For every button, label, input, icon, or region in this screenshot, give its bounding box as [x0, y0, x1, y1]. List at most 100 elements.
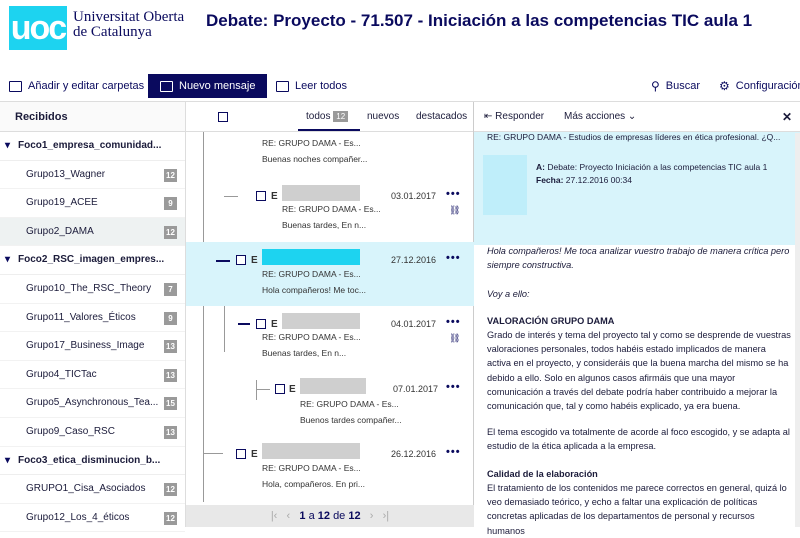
sidebar-item[interactable]: Grupo10_The_RSC_Theory 7 — [0, 275, 185, 304]
attachment-icon: ⛓ — [449, 205, 461, 215]
count-badge: 7 — [164, 282, 177, 296]
count-badge: 12 — [164, 168, 177, 182]
sidebar-item[interactable]: Grupo17_Business_Image 13 — [0, 332, 185, 361]
inbox-header[interactable]: Recibidos — [0, 102, 185, 132]
sidebar-item[interactable]: Grupo13_Wagner 12 — [0, 161, 185, 190]
thread-line — [256, 380, 257, 400]
body-paragraph: Grado de interés y tema del proyecto tal… — [487, 330, 791, 412]
close-icon[interactable]: ✕ — [782, 102, 792, 132]
list-header: todos 12 nuevos destacados — [186, 102, 473, 132]
thread-branch — [224, 196, 238, 197]
thread-branch — [216, 260, 230, 262]
more-actions-button[interactable]: Más acciones ⌄ — [564, 102, 636, 132]
sidebar-item[interactable]: Grupo12_Los_4_éticos 12 — [0, 504, 185, 533]
body-paragraph: Hola compañeros! Me toca analizar vuestr… — [487, 246, 790, 271]
filter-featured[interactable]: destacados — [416, 102, 467, 131]
message-checkbox[interactable] — [256, 319, 266, 329]
sidebar-item[interactable]: GRUPO1_Cisa_Asociados 12 — [0, 475, 185, 504]
app-header: uoc Universitat Oberta de Catalunya Deba… — [0, 0, 800, 62]
sidebar-item-selected[interactable]: Grupo2_DAMA 12 — [0, 217, 185, 247]
more-options-icon[interactable]: ••• — [446, 381, 461, 393]
count-badge: 13 — [164, 340, 177, 354]
message-checkbox[interactable] — [256, 191, 266, 201]
more-options-icon[interactable]: ••• — [446, 446, 461, 458]
count-badge: 15 — [164, 397, 177, 411]
new-message-button[interactable]: Nuevo mensaje — [148, 74, 268, 98]
message-checkbox[interactable] — [275, 384, 285, 394]
chevron-down-icon: ⌄ — [627, 111, 637, 122]
thread-branch — [238, 323, 250, 325]
body-paragraph: El tratamiento de los contenidos me pare… — [487, 483, 787, 536]
gear-icon: ⚙ — [719, 79, 730, 93]
count-badge: 12 — [164, 483, 177, 497]
sidebar: Recibidos Foco1_empresa_comunidad... Gru… — [0, 102, 186, 533]
more-options-icon[interactable]: ••• — [446, 252, 461, 264]
list-item[interactable]: E 26.12.2016 ••• RE: GRUPO DAMA - Es... … — [186, 438, 474, 502]
sender-name-redacted — [262, 249, 360, 265]
list-icon — [276, 80, 289, 92]
reader-toolbar: ⇤ Responder Más acciones ⌄ ✕ — [474, 102, 800, 132]
search-button[interactable]: ⚲ Buscar — [651, 72, 700, 100]
message-reader: ⇤ Responder Más acciones ⌄ ✕ RE: GRUPO D… — [474, 102, 800, 536]
count-badge: 9 — [164, 197, 177, 211]
page-title: Debate: Proyecto - 71.507 - Iniciación a… — [206, 11, 753, 30]
sidebar-item[interactable]: Grupo4_TICTac 13 — [0, 361, 185, 390]
reply-icon: ⇤ — [484, 111, 493, 122]
folder-icon — [9, 80, 22, 92]
settings-button[interactable]: ⚙ Configuración — [719, 72, 800, 100]
first-page-icon[interactable]: |‹ — [271, 510, 278, 522]
more-options-icon[interactable]: ••• — [446, 188, 461, 200]
body-paragraph: El tema escogido va totalmente de acorde… — [487, 427, 790, 452]
count-badge: 13 — [164, 368, 177, 382]
sender-name-redacted — [300, 378, 366, 394]
list-item[interactable]: RE: GRUPO DAMA - Es... Buenas noches com… — [186, 132, 474, 172]
to-line: A: Debate: Proyecto Iniciación a las com… — [536, 162, 768, 172]
prev-page-icon[interactable]: ‹ — [287, 510, 291, 522]
pagination: |‹ ‹ 1 a 12 de 12 › ›| — [186, 505, 474, 527]
sender-name-redacted — [282, 313, 360, 329]
date-line: Fecha: 27.12.2016 00:34 — [536, 175, 632, 185]
count-badge: 12 — [333, 111, 349, 122]
sidebar-item[interactable]: Grupo11_Valores_Éticos 9 — [0, 304, 185, 333]
university-name: Universitat Oberta de Catalunya — [73, 9, 185, 40]
message-list: todos 12 nuevos destacados RE: GRUPO DAM… — [186, 102, 474, 527]
count-badge: 9 — [164, 311, 177, 325]
sidebar-group[interactable]: Foco3_etica_disminucion_b... — [0, 447, 185, 476]
sidebar-item[interactable]: Grupo9_Caso_RSC 13 — [0, 418, 185, 447]
sidebar-item[interactable]: Grupo19_ACEE 9 — [0, 189, 185, 218]
body-heading: Calidad de la elaboración — [487, 469, 598, 479]
sender-name-redacted — [282, 185, 360, 201]
list-item[interactable]: E 04.01.2017 ••• ⛓ RE: GRUPO DAMA - Es..… — [186, 308, 474, 366]
last-page-icon[interactable]: ›| — [383, 510, 390, 522]
thread-branch — [256, 389, 270, 390]
filter-all[interactable]: todos 12 — [298, 102, 360, 131]
body-paragraph: Voy a ello: — [487, 289, 530, 299]
sidebar-group[interactable]: Foco2_RSC_imagen_empres... — [0, 246, 185, 275]
count-badge: 13 — [164, 425, 177, 439]
list-item-selected[interactable]: E 27.12.2016 ••• RE: GRUPO DAMA - Es... … — [186, 242, 474, 306]
avatar — [483, 155, 527, 215]
next-page-icon[interactable]: › — [370, 510, 374, 522]
attachment-icon: ⛓ — [449, 333, 461, 343]
body-heading: VALORACIÓN GRUPO DAMA — [487, 316, 615, 326]
list-item[interactable]: E 03.01.2017 ••• ⛓ RE: GRUPO DAMA - Es..… — [186, 182, 474, 240]
reply-button[interactable]: ⇤ Responder — [484, 102, 544, 132]
add-folders-button[interactable]: Añadir y editar carpetas — [9, 72, 144, 100]
message-header: RE: GRUPO DAMA - Estudios de empresas lí… — [474, 132, 800, 245]
sidebar-group[interactable]: Foco1_empresa_comunidad... — [0, 132, 185, 161]
thread-branch — [203, 453, 223, 454]
more-options-icon[interactable]: ••• — [446, 316, 461, 328]
reader-scrollbar[interactable] — [795, 133, 800, 527]
search-icon: ⚲ — [651, 79, 660, 93]
sidebar-item[interactable]: Grupo5_Asynchronous_Tea... 15 — [0, 389, 185, 418]
read-all-button[interactable]: Leer todos — [276, 72, 347, 100]
envelope-icon — [160, 80, 173, 92]
count-badge: 12 — [164, 225, 177, 239]
message-checkbox[interactable] — [236, 449, 246, 459]
filter-new[interactable]: nuevos — [367, 102, 399, 131]
uoc-logo[interactable]: uoc — [9, 6, 67, 50]
list-item[interactable]: E 07.01.2017 ••• RE: GRUPO DAMA - Es... … — [186, 370, 474, 430]
message-checkbox[interactable] — [236, 255, 246, 265]
count-badge: 12 — [164, 511, 177, 525]
select-all-checkbox[interactable] — [218, 112, 228, 122]
